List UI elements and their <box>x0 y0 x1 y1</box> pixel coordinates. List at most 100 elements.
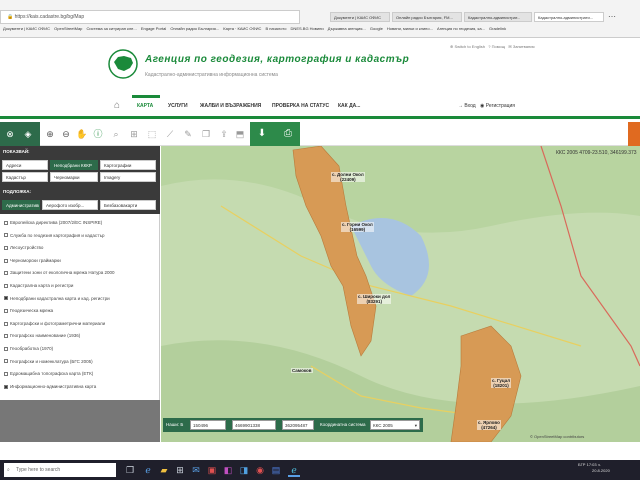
app-icon[interactable]: ◨ <box>238 463 250 477</box>
layer-checkbox[interactable] <box>4 334 8 339</box>
measure-icon[interactable]: ⊞ <box>126 124 142 144</box>
chrome-icon[interactable]: ◉ <box>254 463 266 477</box>
toggle-cartography[interactable]: Картографии <box>100 160 156 170</box>
menu-icon[interactable]: ⋯ <box>608 12 616 21</box>
app-icon[interactable]: ◧ <box>222 463 234 477</box>
layer-item[interactable]: Едромащабна топографска карта (ЕТК) <box>4 371 93 376</box>
bookmark[interactable]: OpenStreetMap <box>54 26 82 31</box>
coord-x-input[interactable]: 150496 <box>190 420 226 430</box>
coord-y-input[interactable]: 4669901338 <box>232 420 276 430</box>
edge-icon[interactable]: ℯ <box>142 463 154 477</box>
store-icon[interactable]: ⊞ <box>174 463 186 477</box>
basemap-admin[interactable]: Административна... <box>2 200 40 210</box>
select-icon[interactable]: ⬚ <box>144 124 160 144</box>
layer-checkbox[interactable] <box>4 246 8 250</box>
toolbar-side-tab[interactable] <box>628 122 640 146</box>
help-link[interactable]: ? Помощ <box>488 44 505 49</box>
folder-icon[interactable]: ▰ <box>158 463 170 477</box>
tab-cadastre-2[interactable]: Кадастрално-администрати... <box>534 12 604 22</box>
bookmark[interactable]: DNES.BG Новини <box>291 26 324 31</box>
nav-map[interactable]: КАРТА <box>137 103 153 109</box>
coord-system-select[interactable]: ККС 2005 ▾ <box>370 420 420 430</box>
ie-icon[interactable]: ℯ <box>288 463 300 477</box>
layer-checkbox[interactable] <box>4 258 8 263</box>
layer-item[interactable]: Географско наименование (1936) <box>4 333 80 338</box>
layer-item[interactable]: Геодезическа мрежа <box>4 308 53 313</box>
layer-checkbox[interactable] <box>4 296 8 301</box>
office-icon[interactable]: ▣ <box>206 463 218 477</box>
layer-item[interactable]: Кадастрална карта и регистри <box>4 283 73 288</box>
layer-checkbox[interactable] <box>4 220 8 225</box>
bookmark[interactable]: В началото <box>265 26 286 31</box>
layer-checkbox[interactable] <box>4 283 8 288</box>
basemap-aerial[interactable]: Аерофото изобр... <box>42 200 98 210</box>
word-icon[interactable]: ▤ <box>270 463 282 477</box>
tab-radio[interactable]: Онлайн радио България, FM... <box>392 12 462 22</box>
layer-checkbox[interactable] <box>4 372 8 376</box>
nav-status-check[interactable]: ПРОВЕРКА НА СТАТУС <box>272 103 329 109</box>
bookmark[interactable]: Google <box>370 26 383 31</box>
bookmark[interactable]: Engage Portal <box>141 26 166 31</box>
menu-toggle-icon[interactable]: ⊗ <box>2 124 18 144</box>
export-icon[interactable]: ⬒ <box>232 124 248 144</box>
layer-item[interactable]: Защитени зони от екологична мрежа Натура… <box>4 270 115 275</box>
toggle-blackmarks[interactable]: Черномарки <box>50 172 98 182</box>
nav-howto[interactable]: КАК ДА... <box>338 103 360 109</box>
bookmark[interactable]: Документи | КАИС ОФИС <box>3 26 50 31</box>
layer-checkbox[interactable] <box>4 309 8 313</box>
register-link[interactable]: ◉ Регистрация <box>480 103 515 109</box>
taskbar-search[interactable]: ⌕ Type here to search <box>4 463 116 477</box>
layer-item[interactable]: Географски и номенклатура (БГС 2005) <box>4 359 93 364</box>
layer-checkbox[interactable] <box>4 233 8 238</box>
layer-checkbox[interactable] <box>4 271 8 276</box>
layer-checkbox[interactable] <box>4 359 8 364</box>
map-canvas[interactable]: с. Долни Окол (22409) с. Горни Окол (16599)… <box>161 146 640 442</box>
upload-icon[interactable]: ⇪ <box>216 124 232 144</box>
task-view-icon[interactable]: ❐ <box>124 463 136 477</box>
copy-icon[interactable]: ❐ <box>198 124 214 144</box>
toggle-imagery[interactable]: Imagery <box>100 172 156 182</box>
bookmark[interactable]: Агенция по геодезия, ка... <box>437 26 485 31</box>
contact-link[interactable]: ✉ Запитвания <box>508 44 534 49</box>
tray-lang[interactable]: БГР <box>578 462 585 467</box>
layer-checkbox[interactable] <box>4 384 8 389</box>
zoom-out-icon[interactable]: ⊖ <box>58 124 74 144</box>
bookmark[interactable]: Gradelink <box>489 26 506 31</box>
layer-item[interactable]: Картографски и фотограметрични материали <box>4 321 105 326</box>
mail-icon[interactable]: ✉ <box>190 463 202 477</box>
layer-checkbox[interactable] <box>4 321 8 326</box>
layer-item[interactable]: Неподбрани кадастрална карта и кад. реги… <box>4 296 110 301</box>
bookmark[interactable]: Държавна агенция... <box>328 26 366 31</box>
zoom-in-icon[interactable]: ⊕ <box>42 124 58 144</box>
search-icon[interactable]: ⌕ <box>108 124 124 144</box>
pan-hand-icon[interactable]: ✋ <box>74 124 90 144</box>
tab-cadastre-1[interactable]: Кадастрално-администрат... <box>464 12 532 22</box>
login-link[interactable]: → Вход <box>458 103 476 109</box>
home-icon[interactable]: ⌂ <box>114 100 120 111</box>
layers-icon[interactable]: ◈ <box>20 124 36 144</box>
bookmark[interactable]: Новини, милки и клипо... <box>387 26 433 31</box>
layer-item[interactable]: Черноморски граймарки <box>4 258 61 263</box>
toggle-addresses[interactable]: Адреси <box>2 160 48 170</box>
bookmark[interactable]: Карта · КАИС ОФИС <box>223 26 261 31</box>
layer-checkbox[interactable] <box>4 346 8 351</box>
download-icon[interactable]: ⬇ <box>254 124 270 144</box>
layer-item[interactable]: Информационно-административна карта <box>4 384 96 389</box>
layer-item[interactable]: Европейска директива (2007/2/ЕС INSPIRE) <box>4 220 102 225</box>
switch-language-link[interactable]: ⊕ Switch to English <box>450 44 485 49</box>
toggle-cadastre[interactable]: Кадастър <box>2 172 48 182</box>
ruler-icon[interactable]: ⟋ <box>162 124 178 144</box>
nav-services[interactable]: УСЛУГИ <box>168 103 188 109</box>
draw-icon[interactable]: ✎ <box>180 124 196 144</box>
layer-item[interactable]: Служба по геодезия картография и кадастъ… <box>4 233 105 238</box>
print-icon[interactable]: ⎙ <box>280 124 296 144</box>
nav-complaints[interactable]: ЖАЛБИ И ВЪЗРАЖЕНИЯ <box>200 103 261 109</box>
info-icon[interactable]: ⓘ <box>90 124 106 144</box>
toggle-unreconciled[interactable]: Неподбрани КККР <box>50 160 98 170</box>
layer-item[interactable]: Лесоустройство <box>4 245 43 250</box>
layer-item[interactable]: Геообработка (1970) <box>4 346 53 351</box>
address-bar[interactable]: 🔒 https://kais.cadastre.bg/bg/Map <box>0 10 300 24</box>
coord-z-input[interactable]: 362095487 <box>282 420 314 430</box>
bookmark[interactable]: Система за ситуиран кле... <box>87 26 137 31</box>
tab-documents[interactable]: Документи | КАИС ОФИС <box>330 12 390 22</box>
